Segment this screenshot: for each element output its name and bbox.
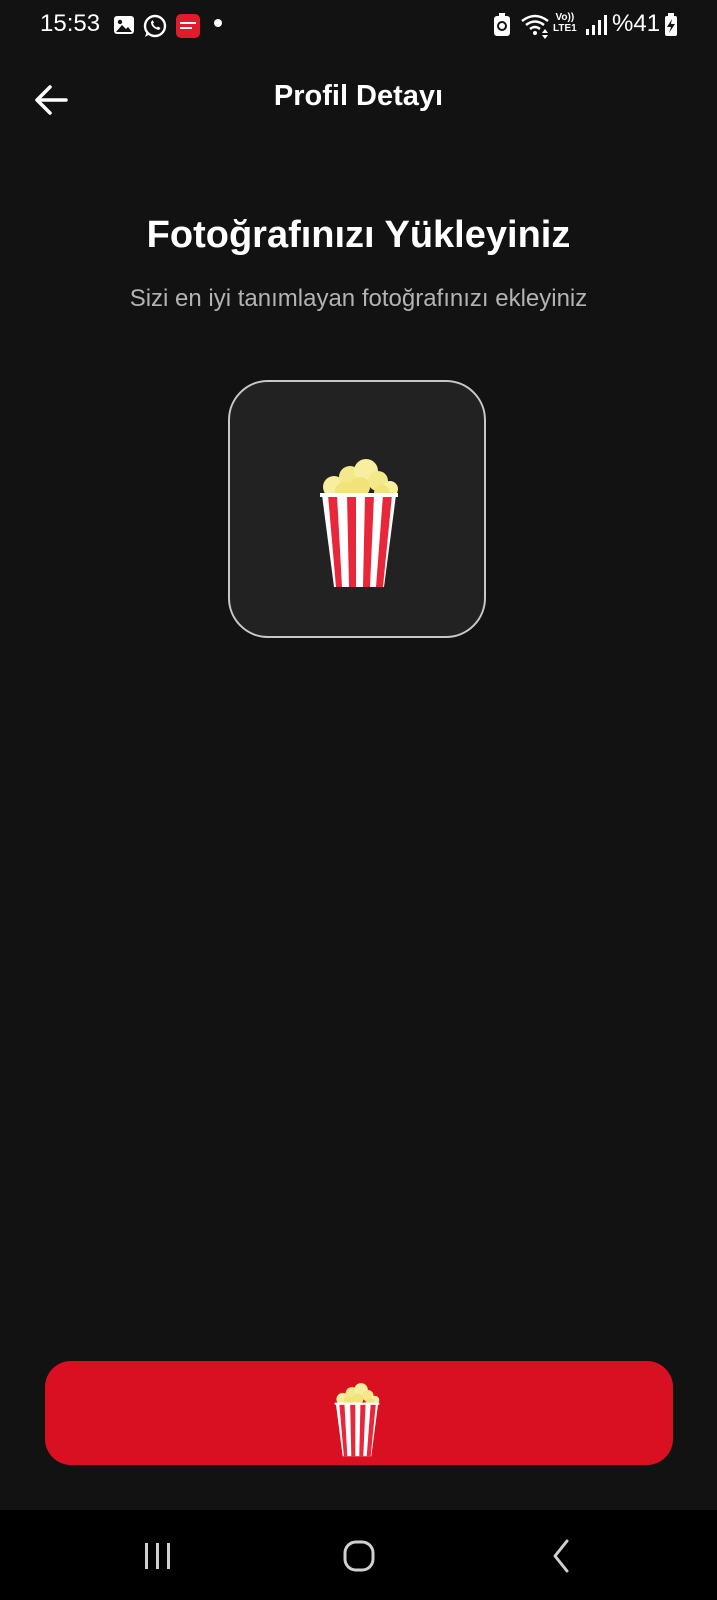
home-icon xyxy=(329,1540,389,1579)
nav-back-button[interactable] xyxy=(531,1535,591,1575)
gallery-icon xyxy=(112,13,136,42)
upload-subheading: Sizi en iyi tanımlayan fotoğrafınızı ekl… xyxy=(129,285,588,312)
back-icon xyxy=(531,1539,591,1579)
battery-percent: %41 xyxy=(612,10,661,37)
app-notification-icon xyxy=(175,13,201,44)
battery-charging-icon xyxy=(664,13,678,42)
photo-upload-box[interactable] xyxy=(228,380,486,638)
lte-label: LTE1 xyxy=(553,23,577,34)
network-type-label: Vo)) LTE1 xyxy=(553,12,577,34)
upload-heading: Fotoğrafınızı Yükleyiniz xyxy=(146,214,571,256)
popcorn-icon xyxy=(320,457,398,602)
wifi-icon xyxy=(520,13,550,44)
system-nav-bar xyxy=(0,1510,717,1600)
battery-saver-icon xyxy=(493,13,511,42)
page-title: Profil Detayı xyxy=(273,80,444,112)
status-bar: 15:53 Vo)) LTE1 %41 xyxy=(0,0,717,50)
recent-apps-icon xyxy=(128,1543,188,1579)
popcorn-icon xyxy=(334,1382,380,1467)
notification-dot xyxy=(214,19,222,27)
continue-button[interactable] xyxy=(45,1361,673,1465)
volte-label: Vo)) xyxy=(555,12,575,23)
whatsapp-icon xyxy=(142,13,168,44)
signal-icon xyxy=(585,13,607,42)
recent-apps-button[interactable] xyxy=(128,1535,188,1575)
home-button[interactable] xyxy=(329,1535,389,1575)
app-bar: Profil Detayı xyxy=(0,60,717,136)
status-time: 15:53 xyxy=(40,10,101,37)
